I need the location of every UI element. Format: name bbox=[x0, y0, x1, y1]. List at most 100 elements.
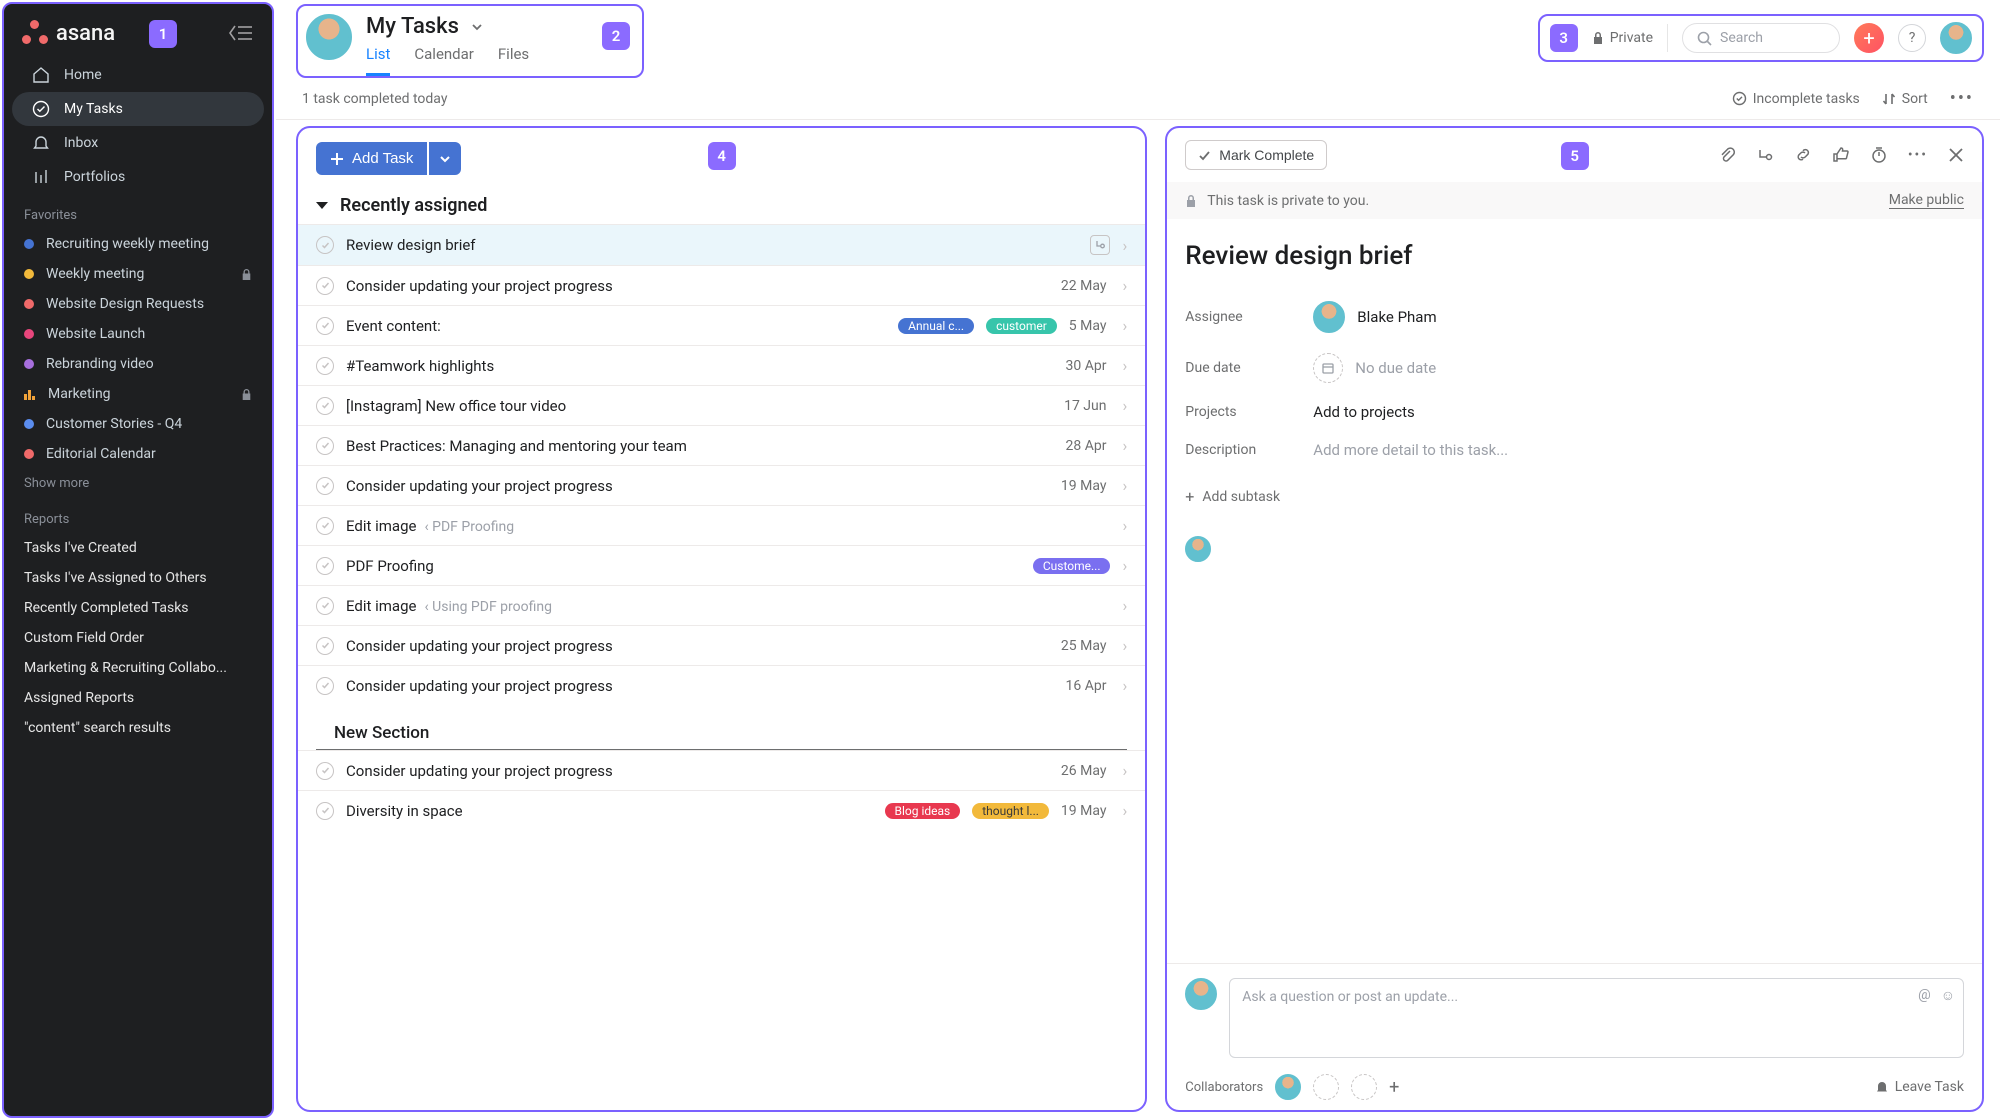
sidebar-favorite[interactable]: Weekly meeting bbox=[4, 259, 272, 289]
make-public-link[interactable]: Make public bbox=[1889, 192, 1964, 209]
sidebar-report[interactable]: Recently Completed Tasks bbox=[4, 593, 272, 623]
omni-add-button[interactable]: + bbox=[1854, 23, 1884, 53]
timer-button[interactable] bbox=[1870, 146, 1888, 164]
mention-icon[interactable]: @ bbox=[1918, 987, 1931, 1004]
sidebar-report[interactable]: Marketing & Recruiting Collabo... bbox=[4, 653, 272, 683]
help-button[interactable]: ? bbox=[1898, 24, 1926, 52]
profile-avatar[interactable] bbox=[1940, 22, 1972, 54]
sidebar-favorite[interactable]: Editorial Calendar bbox=[4, 439, 272, 469]
complete-check-icon[interactable] bbox=[316, 236, 334, 254]
add-task-dropdown[interactable] bbox=[429, 142, 461, 175]
task-row[interactable]: Consider updating your project progress2… bbox=[298, 265, 1145, 305]
tag-pill[interactable]: Annual c... bbox=[898, 318, 974, 334]
privacy-indicator[interactable]: Private bbox=[1592, 30, 1653, 46]
complete-check-icon[interactable] bbox=[316, 437, 334, 455]
description-value[interactable]: Add more detail to this task... bbox=[1313, 441, 1508, 459]
filter-incomplete[interactable]: Incomplete tasks bbox=[1732, 91, 1860, 107]
task-row[interactable]: Best Practices: Managing and mentoring y… bbox=[298, 425, 1145, 465]
section-recently-assigned[interactable]: Recently assigned bbox=[298, 189, 1145, 224]
mark-complete-button[interactable]: Mark Complete bbox=[1185, 140, 1327, 170]
more-button[interactable]: ••• bbox=[1908, 147, 1928, 163]
page-title[interactable]: My Tasks bbox=[366, 14, 529, 39]
nav-home[interactable]: Home bbox=[12, 58, 264, 92]
complete-check-icon[interactable] bbox=[316, 762, 334, 780]
task-name: Consider updating your project progress bbox=[346, 637, 1049, 655]
sidebar-favorite[interactable]: Website Design Requests bbox=[4, 289, 272, 319]
sidebar-favorite[interactable]: Rebranding video bbox=[4, 349, 272, 379]
task-row[interactable]: Consider updating your project progress2… bbox=[298, 625, 1145, 665]
task-row[interactable]: Review design brief› bbox=[298, 224, 1145, 265]
tag-pill[interactable]: customer bbox=[986, 318, 1057, 334]
nav-label: Portfolios bbox=[64, 169, 125, 185]
link-button[interactable] bbox=[1794, 146, 1812, 164]
tab-files[interactable]: Files bbox=[498, 45, 529, 76]
complete-check-icon[interactable] bbox=[316, 357, 334, 375]
tag-pill[interactable]: Custome... bbox=[1033, 558, 1111, 574]
sidebar-favorite[interactable]: Recruiting weekly meeting bbox=[4, 229, 272, 259]
task-row[interactable]: Event content:Annual c...customer5 May› bbox=[298, 305, 1145, 345]
task-row[interactable]: Consider updating your project progress1… bbox=[298, 665, 1145, 705]
complete-check-icon[interactable] bbox=[316, 677, 334, 695]
chevron-right-icon: › bbox=[1122, 516, 1127, 535]
complete-check-icon[interactable] bbox=[316, 397, 334, 415]
tag-pill[interactable]: Blog ideas bbox=[885, 803, 961, 819]
collaborator-placeholder[interactable] bbox=[1313, 1074, 1339, 1100]
add-collaborator-button[interactable]: + bbox=[1389, 1077, 1399, 1098]
sidebar-favorite[interactable]: Marketing bbox=[4, 379, 272, 409]
like-button[interactable] bbox=[1832, 146, 1850, 164]
tag-pill[interactable]: thought l... bbox=[972, 803, 1049, 819]
collapse-sidebar-button[interactable] bbox=[228, 22, 254, 44]
task-row[interactable]: Consider updating your project progress1… bbox=[298, 465, 1145, 505]
task-row[interactable]: Consider updating your project progress2… bbox=[298, 750, 1145, 790]
assignee-value[interactable]: Blake Pham bbox=[1313, 301, 1436, 333]
task-title[interactable]: Review design brief bbox=[1185, 241, 1964, 271]
nav-inbox[interactable]: Inbox bbox=[12, 126, 264, 160]
sidebar-favorite[interactable]: Customer Stories - Q4 bbox=[4, 409, 272, 439]
sidebar-report[interactable]: Tasks I've Assigned to Others bbox=[4, 563, 272, 593]
leave-task-button[interactable]: Leave Task bbox=[1875, 1079, 1964, 1095]
complete-check-icon[interactable] bbox=[316, 517, 334, 535]
complete-check-icon[interactable] bbox=[316, 597, 334, 615]
task-row[interactable]: Edit image‹ PDF Proofing› bbox=[298, 505, 1145, 545]
close-button[interactable] bbox=[1948, 147, 1964, 163]
show-more-link[interactable]: Show more bbox=[4, 469, 272, 498]
task-row[interactable]: #Teamwork highlights30 Apr› bbox=[298, 345, 1145, 385]
sidebar-favorite[interactable]: Website Launch bbox=[4, 319, 272, 349]
complete-check-icon[interactable] bbox=[316, 277, 334, 295]
complete-check-icon[interactable] bbox=[316, 802, 334, 820]
sidebar-report[interactable]: "content" search results bbox=[4, 713, 272, 743]
user-avatar[interactable] bbox=[306, 14, 352, 60]
sort-button[interactable]: Sort bbox=[1882, 91, 1928, 107]
logo[interactable]: asana bbox=[22, 20, 115, 46]
section-new[interactable]: New Section bbox=[316, 711, 1127, 750]
sidebar-report[interactable]: Assigned Reports bbox=[4, 683, 272, 713]
sidebar-report[interactable]: Custom Field Order bbox=[4, 623, 272, 653]
more-menu[interactable]: ••• bbox=[1950, 88, 1974, 109]
complete-check-icon[interactable] bbox=[316, 317, 334, 335]
subtasks-indicator-icon[interactable] bbox=[1090, 235, 1110, 255]
complete-check-icon[interactable] bbox=[316, 477, 334, 495]
sidebar-report[interactable]: Tasks I've Created bbox=[4, 533, 272, 563]
nav-my-tasks[interactable]: My Tasks bbox=[12, 92, 264, 126]
task-row[interactable]: Edit image‹ Using PDF proofing› bbox=[298, 585, 1145, 625]
task-row[interactable]: PDF ProofingCustome...› bbox=[298, 545, 1145, 585]
projects-value[interactable]: Add to projects bbox=[1313, 403, 1414, 421]
nav-portfolios[interactable]: Portfolios bbox=[12, 160, 264, 194]
attachment-button[interactable] bbox=[1718, 146, 1736, 164]
search-box[interactable]: Search bbox=[1682, 23, 1840, 53]
task-row[interactable]: Diversity in spaceBlog ideasthought l...… bbox=[298, 790, 1145, 830]
emoji-icon[interactable]: ☺ bbox=[1941, 987, 1955, 1004]
complete-check-icon[interactable] bbox=[316, 637, 334, 655]
due-date-value[interactable]: No due date bbox=[1313, 353, 1436, 383]
subtasks-button[interactable] bbox=[1756, 146, 1774, 164]
chevron-down-icon bbox=[439, 153, 451, 165]
comment-input[interactable]: Ask a question or post an update... @ ☺ bbox=[1229, 978, 1964, 1058]
tab-calendar[interactable]: Calendar bbox=[414, 45, 474, 76]
collaborator-avatar[interactable] bbox=[1275, 1074, 1301, 1100]
task-row[interactable]: [Instagram] New office tour video17 Jun› bbox=[298, 385, 1145, 425]
add-subtask-button[interactable]: + Add subtask bbox=[1185, 487, 1280, 506]
collaborator-placeholder[interactable] bbox=[1351, 1074, 1377, 1100]
add-task-button[interactable]: Add Task bbox=[316, 142, 427, 175]
complete-check-icon[interactable] bbox=[316, 557, 334, 575]
tab-list[interactable]: List bbox=[366, 45, 390, 76]
